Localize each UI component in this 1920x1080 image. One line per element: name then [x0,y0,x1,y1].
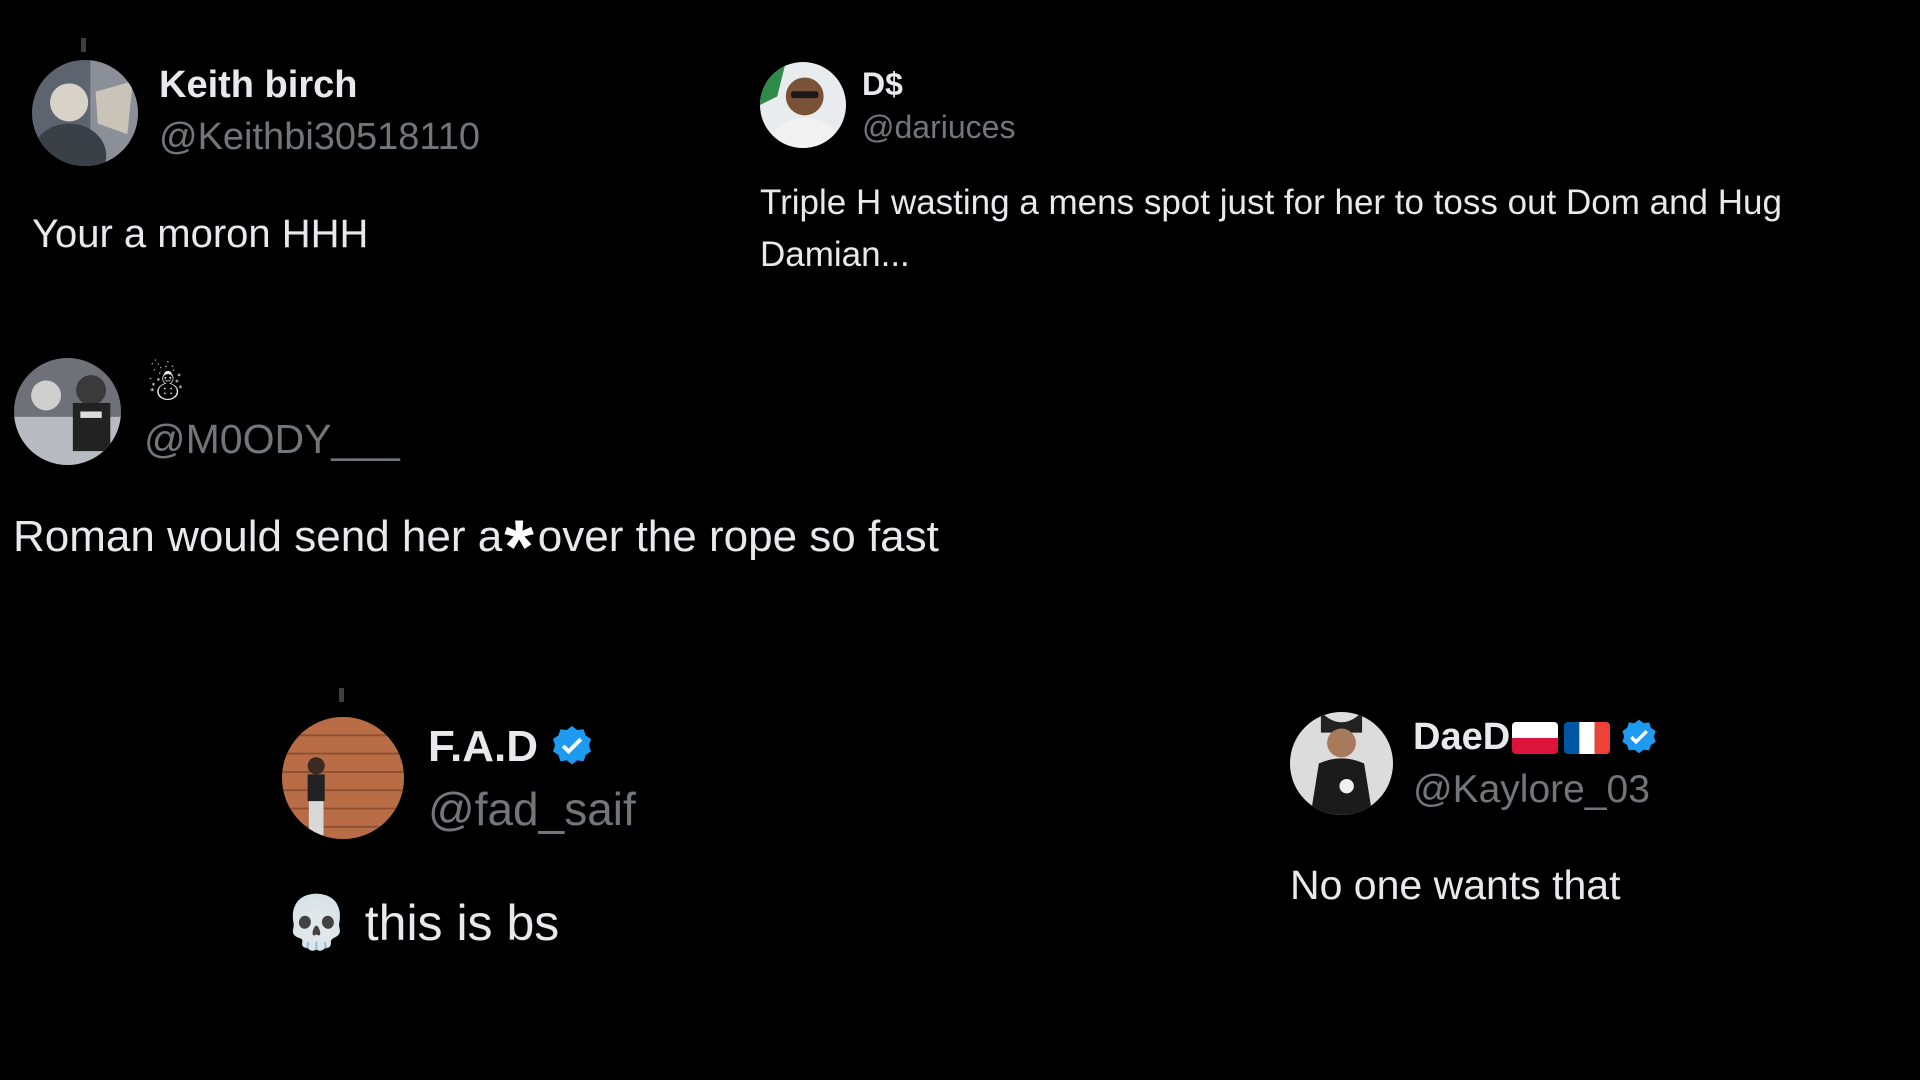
user-photo-icon [282,717,404,839]
avatar[interactable] [1290,712,1393,815]
user-photo-icon [14,358,121,465]
avatar[interactable] [32,60,138,166]
user-handle[interactable]: @Kaylore_03 [1413,768,1650,812]
france-flag-icon [1564,721,1611,754]
censor-asterisk: * [504,505,534,590]
tweet-text-line-1: Triple H wasting a mens spot just for he… [760,183,1782,222]
user-handle[interactable]: @Keithbi30518110 [159,116,480,159]
user-name[interactable]: F.A.D [428,722,538,772]
tweet-text-before: Roman would send her a [13,512,503,561]
user-handle[interactable]: @fad_saif [428,782,636,836]
user-name-row: DaeD [1413,716,1660,759]
avatar[interactable] [14,358,121,465]
tweet-text-after: over the rope so fast [537,512,939,561]
user-name[interactable]: D$ [862,66,903,103]
poland-flag-icon [1512,721,1559,754]
snowman-icon: ☃ [146,361,186,410]
tweet-text-content: this is bs [364,894,560,951]
tweet-text: 💀 this is bs [284,892,559,953]
verified-badge-icon [553,726,591,765]
avatar[interactable] [282,717,404,839]
thread-line [81,38,86,52]
skull-icon: 💀 [284,893,349,953]
user-photo-icon [1290,712,1393,815]
avatar[interactable] [760,62,846,148]
verified-badge-icon [1622,719,1656,753]
user-name-row: F.A.D [428,722,596,772]
tweet-text: Your a moron HHH [32,212,369,256]
tweet-text: Roman would send her a*over the rope so … [13,510,939,586]
tweet-text: No one wants that [1290,862,1621,908]
thread-line [339,688,344,702]
tweet-text-line-2: Damian... [760,235,910,274]
user-name[interactable]: Keith birch [159,64,357,107]
user-handle[interactable]: @dariuces [862,109,1015,146]
user-photo-icon [760,62,846,148]
user-handle[interactable]: @M0ODY___ [144,416,400,463]
user-name[interactable]: DaeD [1413,716,1510,759]
user-photo-icon [32,60,138,166]
